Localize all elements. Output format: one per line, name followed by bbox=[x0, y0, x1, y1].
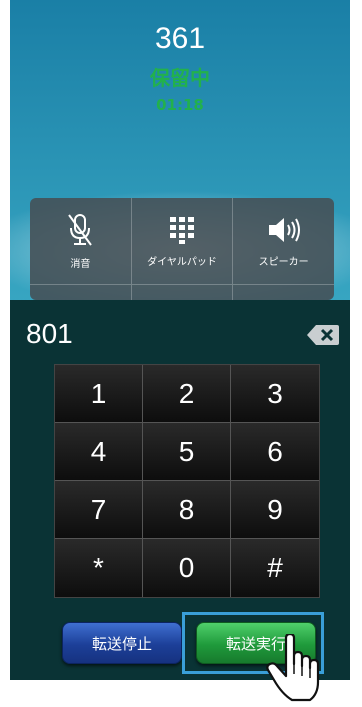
key-7[interactable]: 7 bbox=[55, 481, 143, 539]
key-8[interactable]: 8 bbox=[143, 481, 231, 539]
key-1[interactable]: 1 bbox=[55, 365, 143, 423]
dialpad-label: ダイヤルパッド bbox=[147, 256, 217, 268]
key-2[interactable]: 2 bbox=[143, 365, 231, 423]
dialpad-icon bbox=[170, 216, 194, 244]
call-number: 361 bbox=[154, 22, 206, 55]
dialpad-button[interactable]: ダイヤルパッド bbox=[130, 198, 233, 284]
key-3[interactable]: 3 bbox=[231, 365, 319, 423]
dialed-number: 801 bbox=[26, 318, 73, 349]
keypad: 1 2 3 4 5 6 7 8 9 * 0 # bbox=[54, 364, 320, 598]
key-5[interactable]: 5 bbox=[143, 423, 231, 481]
key-0[interactable]: 0 bbox=[143, 539, 231, 597]
backspace-icon[interactable] bbox=[306, 324, 340, 346]
mute-label: 消音 bbox=[70, 258, 91, 270]
controls-second-row bbox=[30, 284, 334, 300]
call-timer: 01:18 bbox=[156, 96, 204, 114]
call-controls: 消音 ダイヤルパッド スピーカー bbox=[30, 198, 334, 300]
pointer-hand-icon bbox=[266, 634, 320, 702]
control-slot[interactable] bbox=[232, 285, 334, 300]
mute-button[interactable]: 消音 bbox=[30, 198, 131, 284]
speaker-button[interactable]: スピーカー bbox=[232, 198, 334, 284]
speaker-label: スピーカー bbox=[258, 256, 309, 268]
key-hash[interactable]: # bbox=[231, 539, 319, 597]
call-screen: 361 保留中 01:18 消音 ダイヤルパッド スピーカー 801 1 2 3… bbox=[10, 0, 350, 680]
mute-mic-icon bbox=[68, 213, 93, 246]
transfer-stop-button[interactable]: 転送停止 bbox=[62, 622, 182, 664]
key-6[interactable]: 6 bbox=[231, 423, 319, 481]
key-4[interactable]: 4 bbox=[55, 423, 143, 481]
key-star[interactable]: * bbox=[55, 539, 143, 597]
call-status: 保留中 bbox=[150, 66, 210, 90]
control-slot[interactable] bbox=[130, 285, 233, 300]
key-9[interactable]: 9 bbox=[231, 481, 319, 539]
control-slot[interactable] bbox=[30, 285, 131, 300]
speaker-icon bbox=[268, 217, 300, 242]
